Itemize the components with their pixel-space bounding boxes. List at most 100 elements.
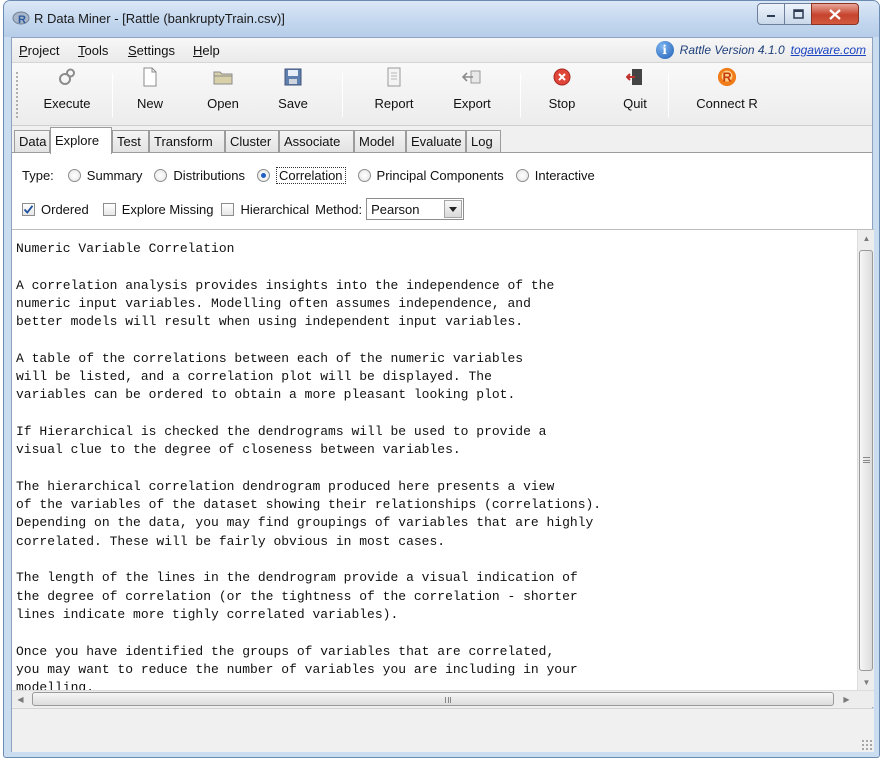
toolbar-separator — [112, 73, 113, 117]
ordered-checkbox[interactable] — [22, 202, 35, 216]
quit-icon — [625, 67, 645, 87]
hierarchical-label: Hierarchical — [240, 201, 310, 217]
explore-missing-checkbox[interactable] — [102, 202, 116, 216]
window-title: R Data Miner - [Rattle (bankruptyTrain.c… — [34, 11, 285, 26]
client-area: Project Tools Settings Help i Rattle Ver… — [11, 37, 874, 752]
thumb-grip-icon — [445, 697, 451, 703]
output-text-view[interactable]: Numeric Variable Correlation A correlati… — [12, 229, 874, 695]
hierarchical-option[interactable]: Hierarchical — [221, 202, 309, 217]
connect-r-button[interactable]: R Connect R — [694, 67, 760, 123]
toolbar-grip[interactable] — [15, 71, 19, 119]
app-window: R R Data Miner - [Rattle (bankruptyTrain… — [3, 0, 880, 758]
scroll-up-arrow-icon[interactable]: ▲ — [858, 230, 875, 247]
tab-model[interactable]: Model — [354, 130, 406, 153]
toolbar-separator — [668, 73, 669, 117]
execute-label: Execute — [43, 96, 91, 111]
report-label: Report — [374, 96, 414, 111]
scroll-right-arrow-icon[interactable]: ▶ — [838, 691, 855, 708]
tab-data[interactable]: Data — [14, 130, 50, 153]
type-radio-group: Type: Summary Distributions Correlation … — [22, 167, 607, 184]
type-principal-components-option[interactable]: Principal Components — [357, 168, 504, 183]
export-icon — [462, 67, 482, 87]
report-icon — [384, 67, 404, 87]
type-correlation-option[interactable]: Correlation — [256, 167, 346, 184]
r-logo-icon: R — [717, 67, 737, 87]
correlation-label: Correlation — [275, 167, 346, 184]
type-distributions-option[interactable]: Distributions — [154, 168, 245, 183]
tab-transform[interactable]: Transform — [149, 130, 225, 153]
type-interactive-option[interactable]: Interactive — [515, 168, 595, 183]
open-button[interactable]: Open — [202, 67, 244, 123]
status-bar — [12, 708, 874, 752]
output-text: Numeric Variable Correlation A correlati… — [16, 241, 602, 696]
execute-button[interactable]: Execute — [38, 67, 96, 123]
interactive-radio[interactable] — [515, 169, 529, 182]
principal-components-label: Principal Components — [376, 168, 504, 183]
new-document-icon — [140, 67, 160, 87]
tab-test[interactable]: Test — [112, 130, 149, 153]
menu-help-label: elp — [202, 43, 220, 58]
horizontal-scroll-thumb[interactable] — [32, 692, 834, 706]
quit-button[interactable]: Quit — [618, 67, 652, 123]
version-info: i Rattle Version 4.1.0 togaware.com — [655, 41, 866, 59]
gears-icon — [57, 67, 77, 87]
tab-cluster[interactable]: Cluster — [225, 130, 279, 153]
quit-label: Quit — [623, 96, 647, 111]
ordered-option[interactable]: Ordered — [22, 202, 89, 217]
menu-settings[interactable]: Settings — [128, 43, 175, 58]
vertical-scrollbar[interactable]: ▲ ▼ — [857, 230, 874, 691]
tab-explore[interactable]: Explore — [50, 127, 112, 154]
save-label: Save — [278, 96, 308, 111]
ordered-label: Ordered — [41, 201, 89, 217]
thumb-grip-icon — [863, 457, 870, 463]
menu-project[interactable]: Project — [19, 43, 59, 58]
type-summary-option[interactable]: Summary — [67, 168, 143, 183]
report-button[interactable]: Report — [368, 67, 420, 123]
close-window-button[interactable] — [811, 3, 859, 25]
tab-associate[interactable]: Associate — [279, 130, 354, 153]
method-value: Pearson — [371, 201, 420, 217]
horizontal-scrollbar[interactable]: ◀ ▶ — [12, 690, 874, 707]
minimize-button[interactable] — [757, 3, 785, 25]
scroll-down-arrow-icon[interactable]: ▼ — [858, 674, 875, 691]
title-bar[interactable]: R R Data Miner - [Rattle (bankruptyTrain… — [4, 1, 879, 37]
stop-label: Stop — [548, 96, 576, 111]
hierarchical-checkbox[interactable] — [221, 202, 235, 216]
connect-r-label: Connect R — [696, 96, 758, 111]
explore-missing-label: Explore Missing — [121, 201, 214, 217]
menu-project-mnemonic: P — [19, 43, 28, 58]
menu-tools[interactable]: Tools — [78, 43, 108, 58]
stop-icon — [552, 67, 572, 87]
save-button[interactable]: Save — [274, 67, 312, 123]
dropdown-arrow-button[interactable] — [444, 200, 463, 218]
svg-text:R: R — [18, 14, 26, 26]
correlation-radio[interactable] — [256, 169, 270, 182]
maximize-button[interactable] — [784, 3, 812, 25]
menu-help-mnemonic: H — [193, 43, 203, 58]
export-button[interactable]: Export — [447, 67, 497, 123]
resize-grip-icon[interactable] — [861, 739, 872, 750]
vertical-scroll-thumb[interactable] — [859, 250, 873, 671]
scroll-left-arrow-icon[interactable]: ◀ — [12, 691, 29, 708]
menu-settings-mnemonic: S — [128, 43, 137, 58]
togaware-link[interactable]: togaware.com — [791, 43, 866, 57]
menu-help[interactable]: Help — [193, 43, 220, 58]
tab-evaluate[interactable]: Evaluate — [406, 130, 466, 153]
stop-button[interactable]: Stop — [542, 67, 582, 123]
method-select[interactable]: Pearson — [366, 198, 465, 220]
toolbar-separator — [520, 73, 521, 117]
explore-missing-option[interactable]: Explore Missing — [102, 201, 214, 217]
menu-project-label: roject — [27, 43, 60, 58]
method-label: Method: — [315, 201, 363, 217]
interactive-label: Interactive — [534, 168, 595, 183]
tab-log[interactable]: Log — [466, 130, 501, 153]
menu-tools-label: ools — [84, 43, 109, 58]
distributions-radio[interactable] — [154, 169, 168, 182]
summary-label: Summary — [86, 168, 143, 183]
explore-options-panel: Type: Summary Distributions Correlation … — [12, 152, 872, 229]
tab-bar: Data Explore Test Transform Cluster Asso… — [12, 127, 872, 154]
r-app-icon: R — [12, 11, 30, 27]
summary-radio[interactable] — [67, 169, 81, 182]
new-button[interactable]: New — [130, 67, 170, 123]
principal-components-radio[interactable] — [357, 169, 371, 182]
